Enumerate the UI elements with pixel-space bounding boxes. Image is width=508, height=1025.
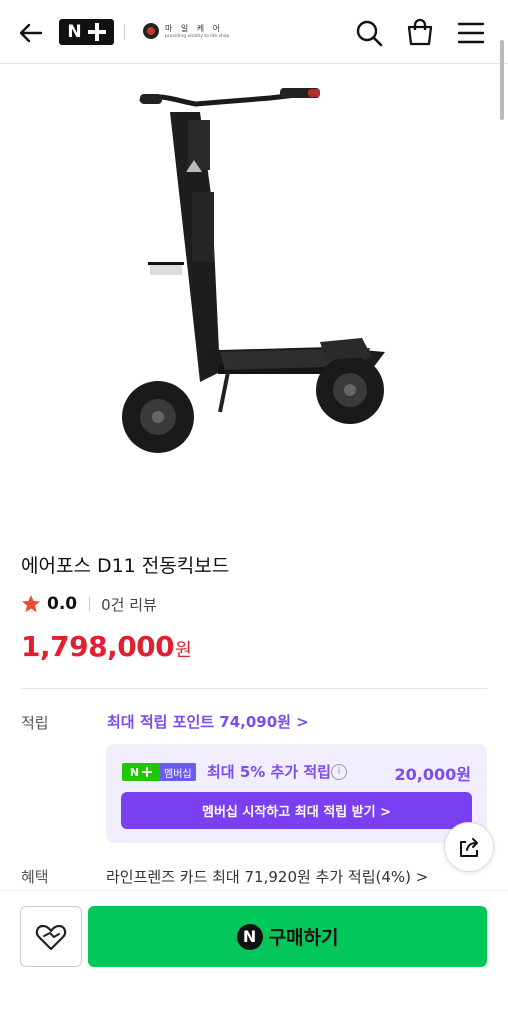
bottom-action-bar: N 구매하기 <box>0 890 508 1025</box>
search-icon[interactable] <box>354 18 384 48</box>
logo-plus-icon <box>87 23 106 41</box>
badge-plus-icon <box>142 767 153 777</box>
price-unit: 원 <box>175 640 192 661</box>
divider <box>21 688 487 689</box>
benefit-card-link[interactable]: 라인프렌즈 카드 최대 71,920원 추가 적립(4%) > <box>106 866 428 887</box>
membership-badge: N 멤버십 <box>122 763 196 781</box>
share-icon <box>460 838 478 857</box>
menu-icon[interactable] <box>456 18 486 48</box>
start-membership-button[interactable]: 멤버십 시작하고 최대 적립 받기 > <box>121 792 472 829</box>
logo-n: N <box>67 22 82 42</box>
product-image[interactable] <box>100 72 400 482</box>
store-logo-text: 마 일 케 어 providing vitality to life shop <box>165 23 229 39</box>
store-tagline: providing vitality to life shop <box>165 34 230 39</box>
scrollbar[interactable] <box>500 40 504 120</box>
store-name: 마 일 케 어 <box>165 24 224 33</box>
top-header: N 마 일 케 어 providing vitality to life sho… <box>0 0 508 64</box>
buy-label: 구매하기 <box>268 927 339 949</box>
cart-icon[interactable] <box>405 17 435 47</box>
review-count[interactable]: 0건 리뷰 <box>101 594 157 615</box>
rating-value: 0.0 <box>47 594 78 614</box>
membership-extra-points: 최대 5% 추가 적립 <box>207 763 331 781</box>
back-arrow-icon[interactable] <box>16 18 46 48</box>
naver-plus-badge: N <box>122 763 160 781</box>
star-icon <box>22 595 40 613</box>
wishlist-button[interactable] <box>20 906 82 967</box>
points-label: 적립 <box>21 714 49 732</box>
price-amount: 1,798,000 <box>21 630 175 663</box>
share-button[interactable] <box>444 822 494 872</box>
price: 1,798,000 원 <box>21 630 192 663</box>
store-logo[interactable]: 마 일 케 어 providing vitality to life shop <box>143 20 229 42</box>
rating-row[interactable]: 0.0 0건 리뷰 <box>21 593 157 615</box>
store-emblem-icon <box>143 23 159 39</box>
buy-button[interactable]: N 구매하기 <box>88 906 487 967</box>
membership-box: N 멤버십 최대 5% 추가 적립 i 20,000원 멤버십 시작하고 최대 … <box>106 744 487 843</box>
naver-pay-icon: N <box>236 923 263 950</box>
header-divider <box>124 24 125 40</box>
max-points-link[interactable]: 최대 적립 포인트 74,090원 > <box>107 711 309 732</box>
info-icon[interactable]: i <box>331 764 347 780</box>
badge-n: N <box>129 765 140 779</box>
product-title: 에어포스 D11 전동킥보드 <box>21 555 230 577</box>
benefit-label: 혜택 <box>21 868 49 886</box>
membership-amount: 20,000원 <box>394 765 471 784</box>
rating-divider <box>89 597 91 611</box>
badge-label: 멤버십 <box>160 763 196 781</box>
heart-icon <box>35 924 67 950</box>
naver-plus-logo[interactable]: N <box>59 19 114 45</box>
